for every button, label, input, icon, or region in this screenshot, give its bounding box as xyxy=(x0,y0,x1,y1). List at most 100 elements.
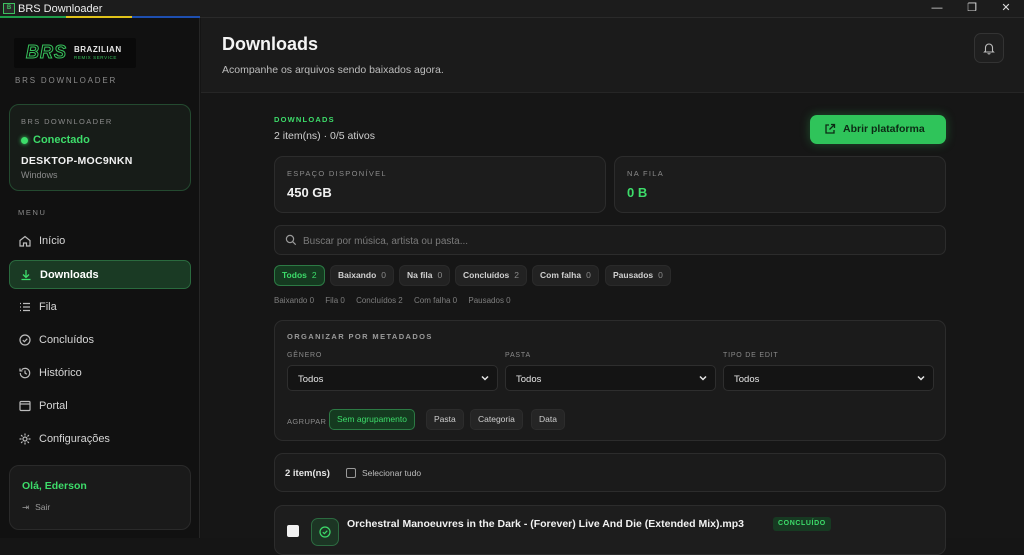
bell-icon xyxy=(983,43,995,55)
logout-button[interactable]: ⇥ Sair xyxy=(22,502,50,513)
logo-brand: BRAZILIAN xyxy=(74,45,122,54)
download-icon xyxy=(21,270,31,281)
filter-chip-concluidos[interactable]: Concluídos 2 xyxy=(455,265,528,286)
sidebar-item-configuracoes[interactable]: Configurações xyxy=(9,425,191,454)
logout-label: Sair xyxy=(35,502,51,512)
folder-select[interactable]: Todos xyxy=(505,365,716,391)
connection-heading: BRS DOWNLOADER xyxy=(21,117,113,126)
metadata-organizer: ORGANIZAR POR METADADOS GÊNERO PASTA TIP… xyxy=(274,320,946,441)
check-circle-icon xyxy=(319,526,331,538)
window-title: BRS Downloader xyxy=(18,3,103,15)
items-toolbar: 2 item(ns) Selecionar tudo xyxy=(274,453,946,492)
open-platform-button[interactable]: Abrir plataforma xyxy=(810,115,946,144)
summary-item: Pausados 0 xyxy=(468,296,511,305)
maximize-button[interactable]: ❐ xyxy=(955,0,989,17)
queue-size-card: NA FILA 0 B xyxy=(614,156,946,213)
user-card: Olá, Ederson ⇥ Sair xyxy=(9,465,191,530)
notifications-button[interactable] xyxy=(974,33,1004,63)
minimize-button[interactable]: — xyxy=(920,0,954,17)
chip-label: Baixando xyxy=(338,270,377,280)
group-chip-folder[interactable]: Pasta xyxy=(426,409,464,430)
field-label: TIPO DE EDIT xyxy=(723,352,779,359)
item-checkbox[interactable] xyxy=(287,525,299,537)
chip-label: Na fila xyxy=(407,270,433,280)
main-content: Downloads Acompanhe os arquivos sendo ba… xyxy=(201,18,1024,555)
sidebar-item-historico[interactable]: Histórico xyxy=(9,359,191,388)
group-chip-none[interactable]: Sem agrupamento xyxy=(329,409,415,430)
item-title: Orchestral Manoeuvres in the Dark - (For… xyxy=(347,518,744,530)
chip-count: 0 xyxy=(658,270,663,280)
page-subtitle: Acompanhe os arquivos sendo baixados ago… xyxy=(222,64,444,76)
chip-label: Pausados xyxy=(613,270,654,280)
summary-item: Baixando 0 xyxy=(274,296,315,305)
filter-chip-baixando[interactable]: Baixando 0 xyxy=(330,265,394,286)
chip-count: 0 xyxy=(586,270,591,280)
filter-chip-todos[interactable]: Todos 2 xyxy=(274,265,325,286)
open-platform-label: Abrir plataforma xyxy=(843,123,925,135)
search-icon xyxy=(285,234,297,246)
queue-list-icon xyxy=(20,302,30,312)
window-titlebar: B BRS Downloader — ❐ ✕ xyxy=(0,0,1024,18)
sidebar-item-concluidos[interactable]: Concluídos xyxy=(9,326,191,355)
field-label: PASTA xyxy=(505,352,531,359)
logo-mark: BRS xyxy=(25,42,68,63)
free-space-card: ESPAÇO DISPONÍVEL 450 GB xyxy=(274,156,606,213)
organizer-title: ORGANIZAR POR METADADOS xyxy=(287,332,433,341)
sidebar-item-downloads[interactable]: Downloads xyxy=(9,260,191,289)
check-circle-icon xyxy=(19,334,31,346)
filter-chip-pausados[interactable]: Pausados 0 xyxy=(605,265,671,286)
brs-app-icon: B xyxy=(3,3,15,14)
portal-window-icon xyxy=(19,400,31,412)
select-value: Todos xyxy=(516,374,542,385)
field-label: GÊNERO xyxy=(287,352,323,359)
select-value: Todos xyxy=(734,374,760,385)
connection-status: Conectado xyxy=(33,134,90,146)
close-button[interactable]: ✕ xyxy=(989,0,1023,17)
sidebar-item-label: Início xyxy=(39,235,66,247)
page-title: Downloads xyxy=(222,34,319,54)
status-summary: Baixando 0 Fila 0 Concluídos 2 Com falha… xyxy=(274,296,520,305)
checkbox-icon xyxy=(346,468,356,478)
select-all-checkbox[interactable]: Selecionar tudo xyxy=(346,468,421,478)
item-status-icon xyxy=(311,518,339,546)
download-item[interactable]: Orchestral Manoeuvres in the Dark - (For… xyxy=(274,505,946,555)
history-icon xyxy=(19,367,31,379)
section-label: DOWNLOADS xyxy=(274,115,335,124)
group-chip-category[interactable]: Categoria xyxy=(470,409,523,430)
stat-value: 450 GB xyxy=(287,185,332,200)
search-box xyxy=(274,225,946,255)
host-os: Windows xyxy=(21,170,58,180)
chip-label: Concluídos xyxy=(463,270,510,280)
select-all-label: Selecionar tudo xyxy=(362,468,422,478)
sidebar-item-label: Histórico xyxy=(39,367,82,379)
section-count: 2 item(ns) · 0/5 ativos xyxy=(274,130,375,142)
chip-count: 0 xyxy=(437,270,443,280)
group-chip-date[interactable]: Data xyxy=(531,409,565,430)
select-value: Todos xyxy=(298,374,324,385)
genre-select[interactable]: Todos xyxy=(287,365,498,391)
home-icon xyxy=(19,235,31,247)
sidebar: BRS BRAZILIAN REMIX SERVICE BRS DOWNLOAD… xyxy=(0,18,200,538)
filter-chip-na-fila[interactable]: Na fila 0 xyxy=(399,265,451,286)
page-header: Downloads Acompanhe os arquivos sendo ba… xyxy=(201,18,1024,93)
group-label: AGRUPAR xyxy=(287,417,327,426)
logout-icon: ⇥ xyxy=(22,502,30,512)
edit-type-select[interactable]: Todos xyxy=(723,365,934,391)
sidebar-item-portal[interactable]: Portal xyxy=(9,392,191,421)
sidebar-item-label: Configurações xyxy=(39,433,110,445)
summary-item: Com falha 0 xyxy=(414,296,458,305)
chip-count: 2 xyxy=(311,270,317,280)
connection-card: BRS DOWNLOADER Conectado DESKTOP-MOC9NKN… xyxy=(9,104,191,191)
filter-chip-com-falha[interactable]: Com falha 0 xyxy=(532,265,599,286)
chevron-down-icon xyxy=(481,375,489,381)
menu-label: MENU xyxy=(18,208,47,217)
sidebar-item-fila[interactable]: Fila xyxy=(9,293,191,322)
sidebar-item-label: Downloads xyxy=(40,269,99,281)
sidebar-item-inicio[interactable]: Início xyxy=(9,227,191,256)
chevron-down-icon xyxy=(699,375,707,381)
summary-item: Fila 0 xyxy=(325,296,345,305)
search-input[interactable] xyxy=(303,231,903,251)
sidebar-item-label: Concluídos xyxy=(39,334,95,346)
summary-item: Concluídos 2 xyxy=(356,296,403,305)
sidebar-item-label: Portal xyxy=(39,400,68,412)
